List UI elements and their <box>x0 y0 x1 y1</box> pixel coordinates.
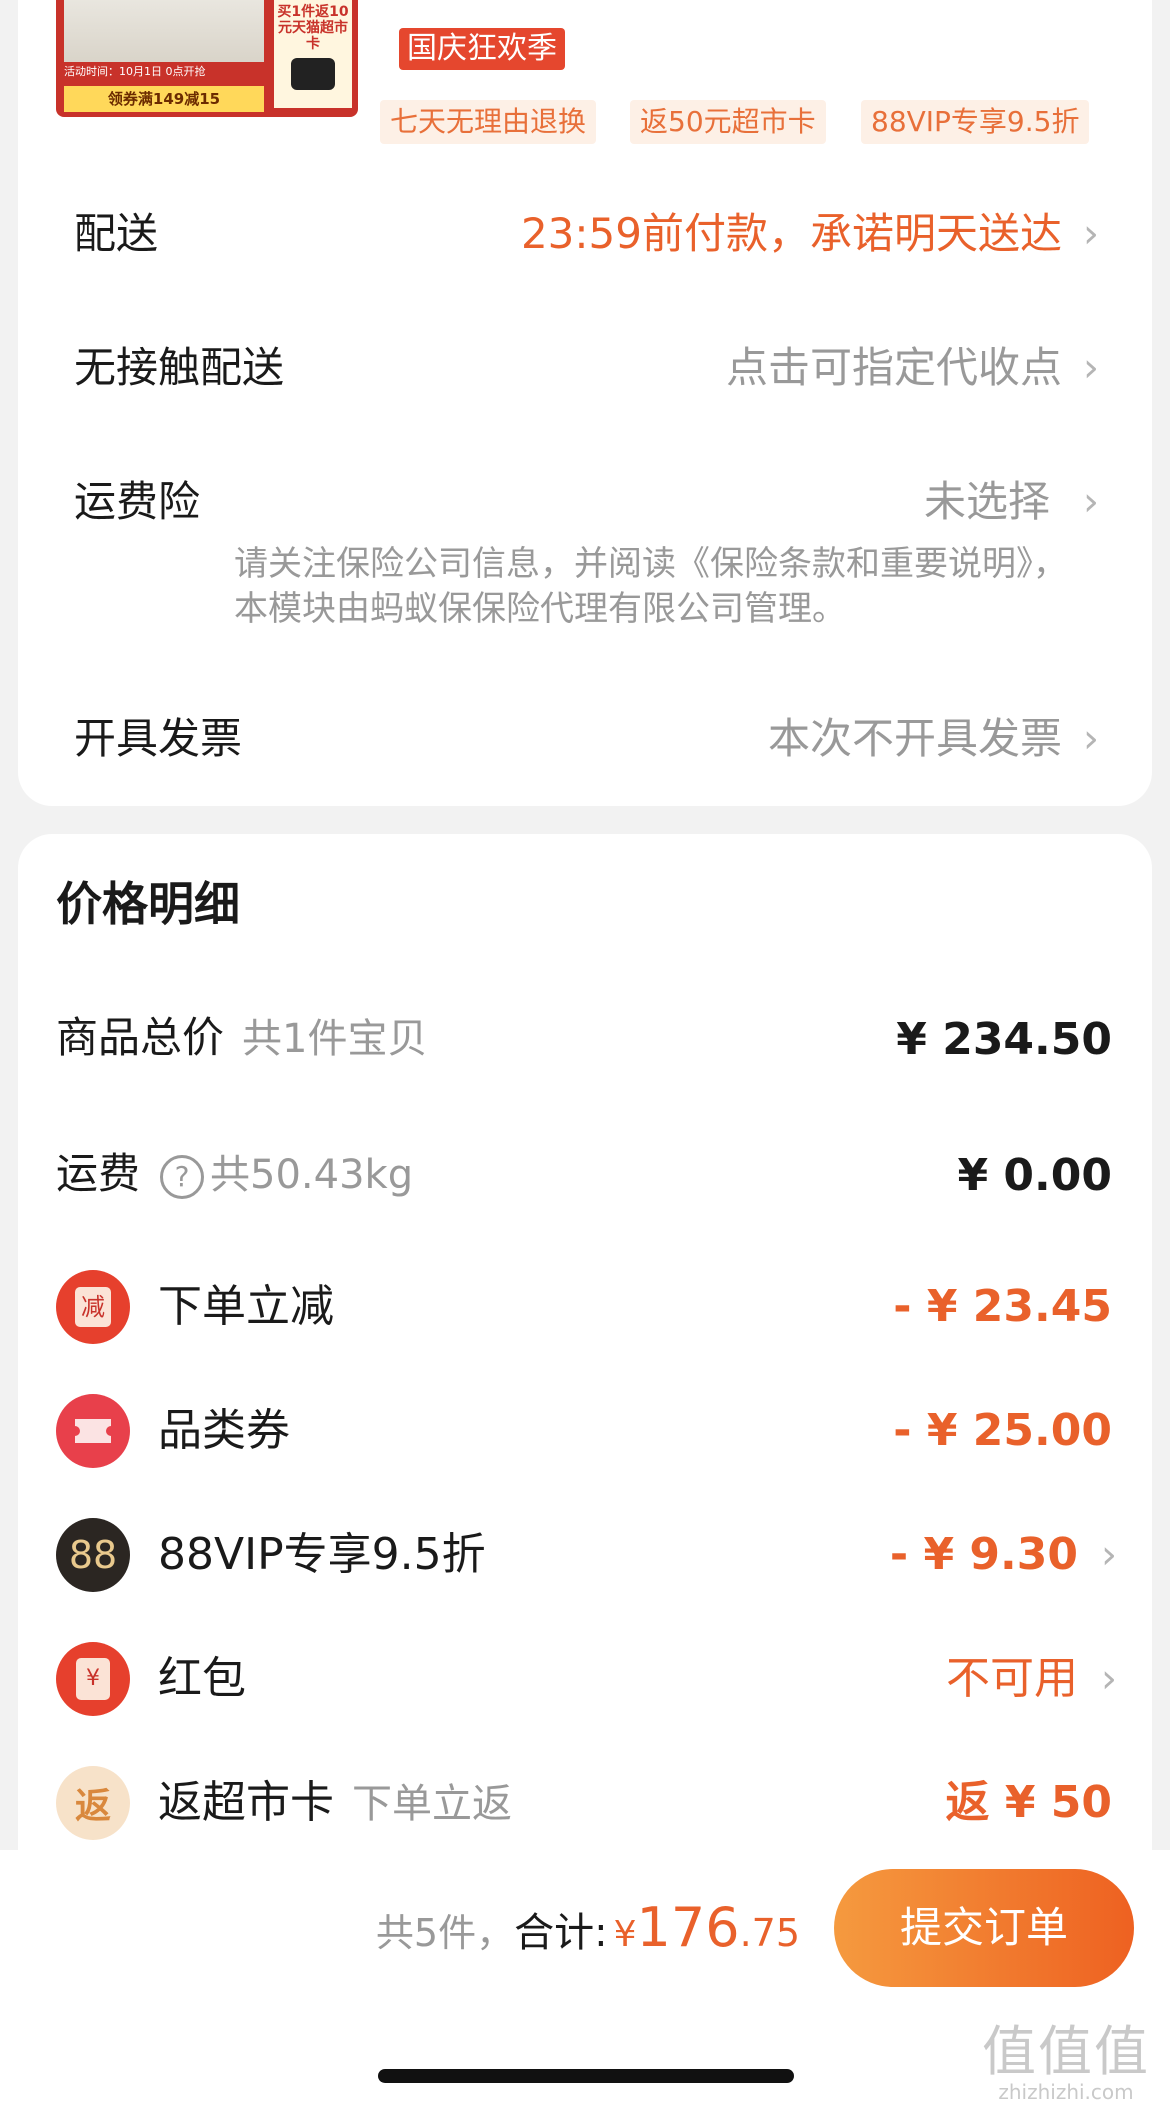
item-count: 共5件， <box>375 1911 515 1955</box>
ticket-icon <box>56 1394 130 1468</box>
weight-text: 共50.43kg <box>210 1152 414 1198</box>
discount-label: 红包 <box>158 1653 246 1704</box>
thumb-tag-text: 买1件返10元天猫超市卡 <box>277 4 349 52</box>
delivery-label: 配送 <box>74 209 159 258</box>
shipping-label-wrap: 运费? 共50.43kg <box>56 1146 413 1203</box>
order-summary: 共5件，合计: ¥176.75 <box>376 1898 800 1971</box>
submit-order-button[interactable]: 提交订单 <box>834 1869 1134 1987</box>
product-image <box>64 0 264 62</box>
chevron-right-icon: › <box>1083 479 1099 525</box>
discount-value: - ¥ 9.30 <box>889 1529 1078 1580</box>
vip88-icon: 88 <box>56 1518 130 1592</box>
invoice-label: 开具发票 <box>74 714 243 763</box>
red-packet-icon-glyph: ¥ <box>76 1658 110 1700</box>
total-integer: 176 <box>636 1896 740 1959</box>
chevron-right-icon: › <box>1083 716 1099 762</box>
chevron-right-icon: › <box>1083 345 1099 391</box>
rebate-icon: 返 <box>56 1766 130 1840</box>
rebate-sub: 下单立返 <box>352 1781 512 1827</box>
discount-value: 返 ¥ 50 <box>945 1777 1112 1828</box>
discount-label-wrap: 返超市卡 下单立返 <box>158 1773 512 1834</box>
chip-supermarket-card: 返50元超市卡 <box>630 100 826 144</box>
rebate-icon-text: 返 <box>74 1786 111 1827</box>
contactless-value: 点击可指定代收点 <box>725 343 1062 392</box>
delivery-value: 23:59前付款，承诺明天送达 <box>520 209 1062 258</box>
ticket-icon-shape <box>75 1419 111 1443</box>
insurance-note: 请关注保险公司信息，并阅读《保险条款和重要说明》，本模块由蚂蚁保保险代理有限公司… <box>234 544 1067 629</box>
thumb-tag: 买1件返10元天猫超市卡 <box>274 0 352 108</box>
contactless-label: 无接触配送 <box>74 343 285 392</box>
thumb-coupon-text: 领券满149减15 <box>64 86 264 112</box>
watermark-glyphs: 值值值 <box>982 2020 1150 2083</box>
discount-value: - ¥ 25.00 <box>893 1405 1112 1456</box>
goods-total-label-wrap: 商品总价 共1件宝贝 <box>56 1010 427 1067</box>
invoice-value: 本次不开具发票 <box>767 714 1062 763</box>
reduce-icon: 减 <box>56 1270 130 1344</box>
total-decimal: .75 <box>739 1911 800 1955</box>
tmall-cat-icon <box>291 58 335 90</box>
total-label: 合计: <box>514 1910 608 1956</box>
goods-total-value: ¥ 234.50 <box>896 1014 1112 1065</box>
reduce-icon-glyph: 减 <box>75 1287 111 1327</box>
chevron-right-icon: › <box>1101 1532 1117 1578</box>
home-indicator[interactable] <box>378 2069 794 2083</box>
discount-label: 下单立减 <box>158 1281 334 1332</box>
insurance-value: 未选择 <box>923 477 1050 526</box>
watermark: 值值值 zhizhizhi.com <box>982 2020 1150 2105</box>
question-mark-icon[interactable]: ? <box>160 1154 205 1199</box>
chevron-right-icon: › <box>1101 1656 1117 1702</box>
goods-count: 共1件宝贝 <box>242 1016 428 1062</box>
vip88-icon-text: 88 <box>68 1533 118 1577</box>
shipping-label: 运费 <box>56 1149 141 1198</box>
chevron-right-icon: › <box>1083 211 1099 257</box>
chip-88vip: 88VIP专享9.5折 <box>861 100 1090 144</box>
chip-return: 七天无理由退换 <box>380 100 597 144</box>
goods-total-label: 商品总价 <box>56 1013 225 1062</box>
order-options-card: 买1件返10元天猫超市卡 活动时间：10月1日 0点开抢 领券满149减15 国… <box>18 0 1152 806</box>
insurance-label: 运费险 <box>74 477 201 526</box>
red-packet-icon: ¥ <box>56 1642 130 1716</box>
total-currency: ¥ <box>613 1914 637 1955</box>
discount-value: 不可用 <box>946 1653 1078 1704</box>
discount-value: - ¥ 23.45 <box>893 1281 1112 1332</box>
price-detail-title: 价格明细 <box>56 877 240 931</box>
festival-badge: 国庆狂欢季 <box>399 28 565 70</box>
discount-label: 品类券 <box>158 1405 290 1456</box>
watermark-url: zhizhizhi.com <box>998 2080 1134 2104</box>
product-thumbnail[interactable]: 买1件返10元天猫超市卡 活动时间：10月1日 0点开抢 领券满149减15 <box>56 0 358 117</box>
shipping-fee-value: ¥ 0.00 <box>957 1150 1113 1201</box>
discount-label: 88VIP专享9.5折 <box>158 1529 486 1580</box>
discount-label: 返超市卡 <box>158 1777 334 1828</box>
thumb-event-text: 活动时间：10月1日 0点开抢 <box>64 65 206 78</box>
